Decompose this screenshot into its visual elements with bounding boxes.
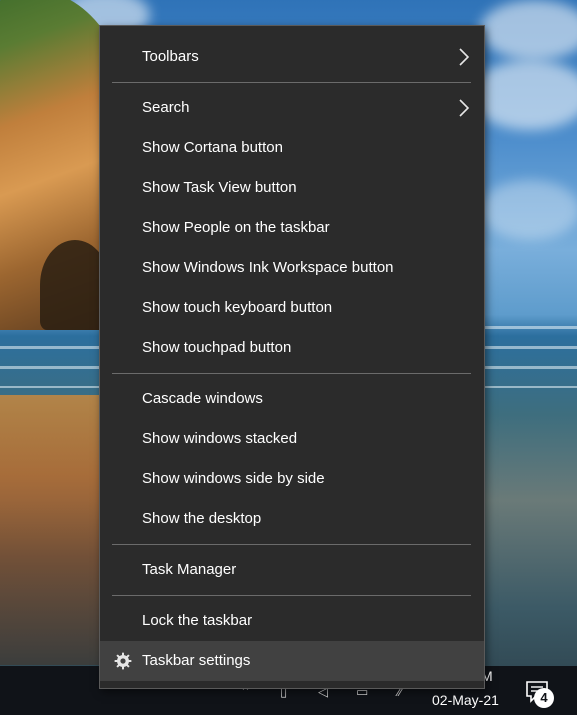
menu-separator	[112, 373, 471, 374]
menu-item-label: Show People on the taskbar	[142, 219, 330, 236]
menu-item-show-touch-keyboard[interactable]: Show touch keyboard button	[100, 288, 484, 328]
menu-item-label: Show windows stacked	[142, 430, 298, 447]
menu-item-label: Lock the taskbar	[142, 612, 253, 629]
menu-item-show-task-view-button[interactable]: Show Task View button	[100, 168, 484, 208]
menu-item-label: Show Task View button	[142, 179, 297, 196]
cloud	[480, 180, 577, 240]
menu-item-search[interactable]: Search	[100, 88, 484, 128]
menu-item-label: Taskbar settings	[142, 652, 251, 669]
menu-item-show-people[interactable]: Show People on the taskbar	[100, 208, 484, 248]
menu-item-task-manager[interactable]: Task Manager	[100, 550, 484, 590]
menu-item-toolbars[interactable]: Toolbars	[100, 37, 484, 77]
menu-separator	[112, 82, 471, 83]
menu-item-label: Task Manager	[142, 561, 237, 578]
menu-item-label: Show Cortana button	[142, 139, 283, 156]
menu-item-label: Show touch keyboard button	[142, 299, 333, 316]
menu-item-label: Show the desktop	[142, 510, 262, 527]
menu-item-label: Show windows side by side	[142, 470, 325, 487]
menu-item-show-windows-side-by-side[interactable]: Show windows side by side	[100, 459, 484, 499]
menu-item-show-cortana-button[interactable]: Show Cortana button	[100, 128, 484, 168]
menu-item-show-desktop[interactable]: Show the desktop	[100, 499, 484, 539]
menu-item-label: Show touchpad button	[142, 339, 292, 356]
chevron-right-icon	[459, 48, 470, 66]
menu-item-show-windows-stacked[interactable]: Show windows stacked	[100, 419, 484, 459]
chevron-right-icon	[459, 99, 470, 117]
tray-clock-date[interactable]: 02-May-21	[432, 692, 499, 708]
cloud	[470, 60, 577, 130]
gear-icon	[114, 652, 132, 670]
menu-separator	[112, 544, 471, 545]
menu-item-label: Search	[142, 99, 190, 116]
taskbar-context-menu: Toolbars Search Show Cortana button Show…	[99, 25, 485, 689]
menu-item-label: Show Windows Ink Workspace button	[142, 259, 394, 276]
notification-count-badge: 4	[534, 688, 554, 708]
menu-separator	[112, 595, 471, 596]
menu-item-taskbar-settings[interactable]: Taskbar settings	[100, 641, 484, 681]
cloud	[480, 0, 577, 60]
menu-item-label: Toolbars	[142, 48, 199, 65]
menu-item-show-touchpad[interactable]: Show touchpad button	[100, 328, 484, 368]
menu-item-lock-taskbar[interactable]: Lock the taskbar	[100, 601, 484, 641]
menu-item-label: Cascade windows	[142, 390, 263, 407]
menu-item-cascade-windows[interactable]: Cascade windows	[100, 379, 484, 419]
menu-item-show-ink-workspace[interactable]: Show Windows Ink Workspace button	[100, 248, 484, 288]
